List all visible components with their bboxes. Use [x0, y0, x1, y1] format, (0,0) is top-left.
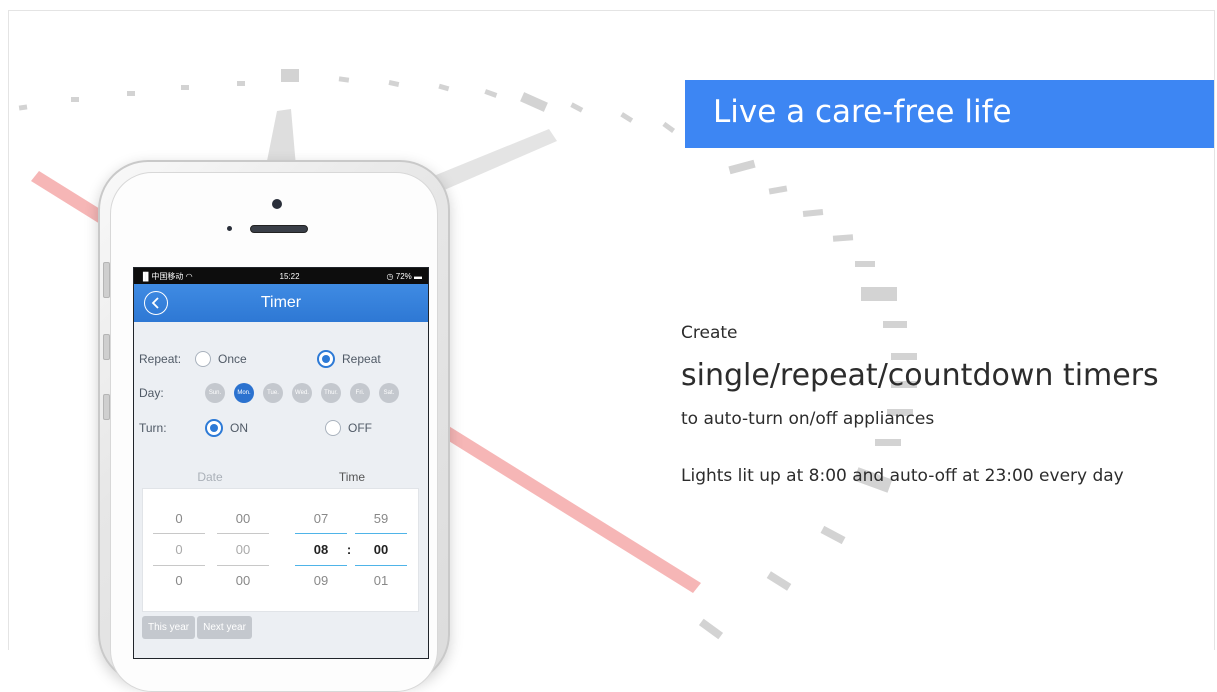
- mute-switch: [103, 262, 110, 298]
- day-wed[interactable]: Wed.: [292, 383, 312, 403]
- app-title: Timer: [260, 294, 302, 311]
- clock: 15:22: [279, 271, 300, 281]
- radio-once-circle: [195, 351, 211, 367]
- radio-once[interactable]: Once: [195, 351, 317, 367]
- timers-headline: single/repeat/countdown timers: [681, 358, 1159, 393]
- picker-cell: 59: [373, 511, 389, 526]
- radio-on[interactable]: ON: [205, 419, 325, 437]
- create-text: Create: [681, 323, 738, 343]
- picker-cell: 00: [235, 573, 251, 588]
- front-camera: [272, 199, 282, 209]
- date-time-picker[interactable]: 0 0 0 00 00 00 07 08 09 : 59 00 01: [142, 488, 419, 612]
- picker-line-active: [295, 533, 347, 534]
- phone-screen: ▐▌中国移动 ◠ 15:22 ◷ 72% ▬ Timer Repeat: Onc…: [133, 267, 429, 659]
- carrier: ▐▌中国移动 ◠: [140, 271, 193, 281]
- picker-cell: 0: [175, 542, 183, 557]
- picker-line-active: [355, 533, 407, 534]
- day-sat[interactable]: Sat.: [379, 383, 399, 403]
- radio-repeat[interactable]: Repeat: [317, 350, 381, 368]
- turn-row: Turn: ON OFF: [139, 419, 423, 437]
- year-buttons: This year Next year: [142, 616, 254, 639]
- volume-up-button: [103, 334, 110, 360]
- battery-status: ◷ 72% ▬: [386, 271, 422, 281]
- picker-cell: 0: [175, 511, 183, 526]
- picker-line: [217, 565, 269, 566]
- picker-cell-selected: 00: [373, 542, 389, 557]
- day-tue[interactable]: Tue.: [263, 383, 283, 403]
- status-bar: ▐▌中国移动 ◠ 15:22 ◷ 72% ▬: [134, 268, 428, 284]
- radio-on-label: ON: [230, 421, 248, 435]
- radio-once-label: Once: [218, 352, 247, 366]
- day-row: Day: Sun. Mon. Tue. Wed. Thur. Fri. Sat.: [139, 383, 423, 403]
- wifi-icon: ◠: [185, 271, 193, 281]
- picker-cell: 09: [313, 573, 329, 588]
- volume-down-button: [103, 394, 110, 420]
- picker-line: [153, 533, 205, 534]
- picker-line-active: [355, 565, 407, 566]
- picker-line: [217, 533, 269, 534]
- next-year-button[interactable]: Next year: [197, 616, 252, 639]
- headline-banner: Live a care-free life: [685, 80, 1214, 148]
- day-label: Day:: [139, 386, 164, 400]
- banner-title: Live a care-free life: [713, 94, 1012, 130]
- alarm-icon: ◷: [386, 271, 394, 281]
- day-mon[interactable]: Mon.: [234, 383, 254, 403]
- picker-line: [153, 565, 205, 566]
- date-col-2[interactable]: 00 00 00: [217, 503, 269, 596]
- app-header: Timer: [134, 284, 428, 322]
- picker-cell: 07: [313, 511, 329, 526]
- time-header: Time: [338, 470, 366, 484]
- timer-form: Repeat: Once Repeat Day: Sun. Mon. Tue. …: [134, 322, 428, 642]
- radio-on-circle: [205, 419, 223, 437]
- picker-cell: 00: [235, 542, 251, 557]
- picker-cell: 01: [373, 573, 389, 588]
- minute-col[interactable]: 59 00 01: [355, 503, 407, 596]
- radio-repeat-label: Repeat: [342, 352, 381, 366]
- radio-off-circle: [325, 420, 341, 436]
- battery-icon: ▬: [414, 271, 422, 281]
- radio-repeat-circle: [317, 350, 335, 368]
- picker-header: Date Time: [139, 470, 423, 484]
- appliance-subline: to auto-turn on/off appliances: [681, 409, 935, 429]
- picker-cell: 00: [235, 511, 251, 526]
- radio-off[interactable]: OFF: [325, 420, 372, 436]
- day-thur[interactable]: Thur.: [321, 383, 341, 403]
- turn-label: Turn:: [139, 421, 167, 435]
- repeat-row: Repeat: Once Repeat: [139, 350, 423, 368]
- earpiece-speaker: [250, 225, 308, 233]
- day-sun[interactable]: Sun.: [205, 383, 225, 403]
- picker-line-active: [295, 565, 347, 566]
- picker-cell: 0: [175, 573, 183, 588]
- this-year-button[interactable]: This year: [142, 616, 196, 639]
- example-text: Lights lit up at 8:00 and auto-off at 23…: [681, 466, 1124, 486]
- date-header: Date: [197, 470, 223, 484]
- radio-off-label: OFF: [348, 421, 372, 435]
- day-fri[interactable]: Fri.: [350, 383, 370, 403]
- date-col-1[interactable]: 0 0 0: [153, 503, 205, 596]
- repeat-label: Repeat:: [139, 352, 182, 366]
- proximity-sensor: [227, 226, 232, 231]
